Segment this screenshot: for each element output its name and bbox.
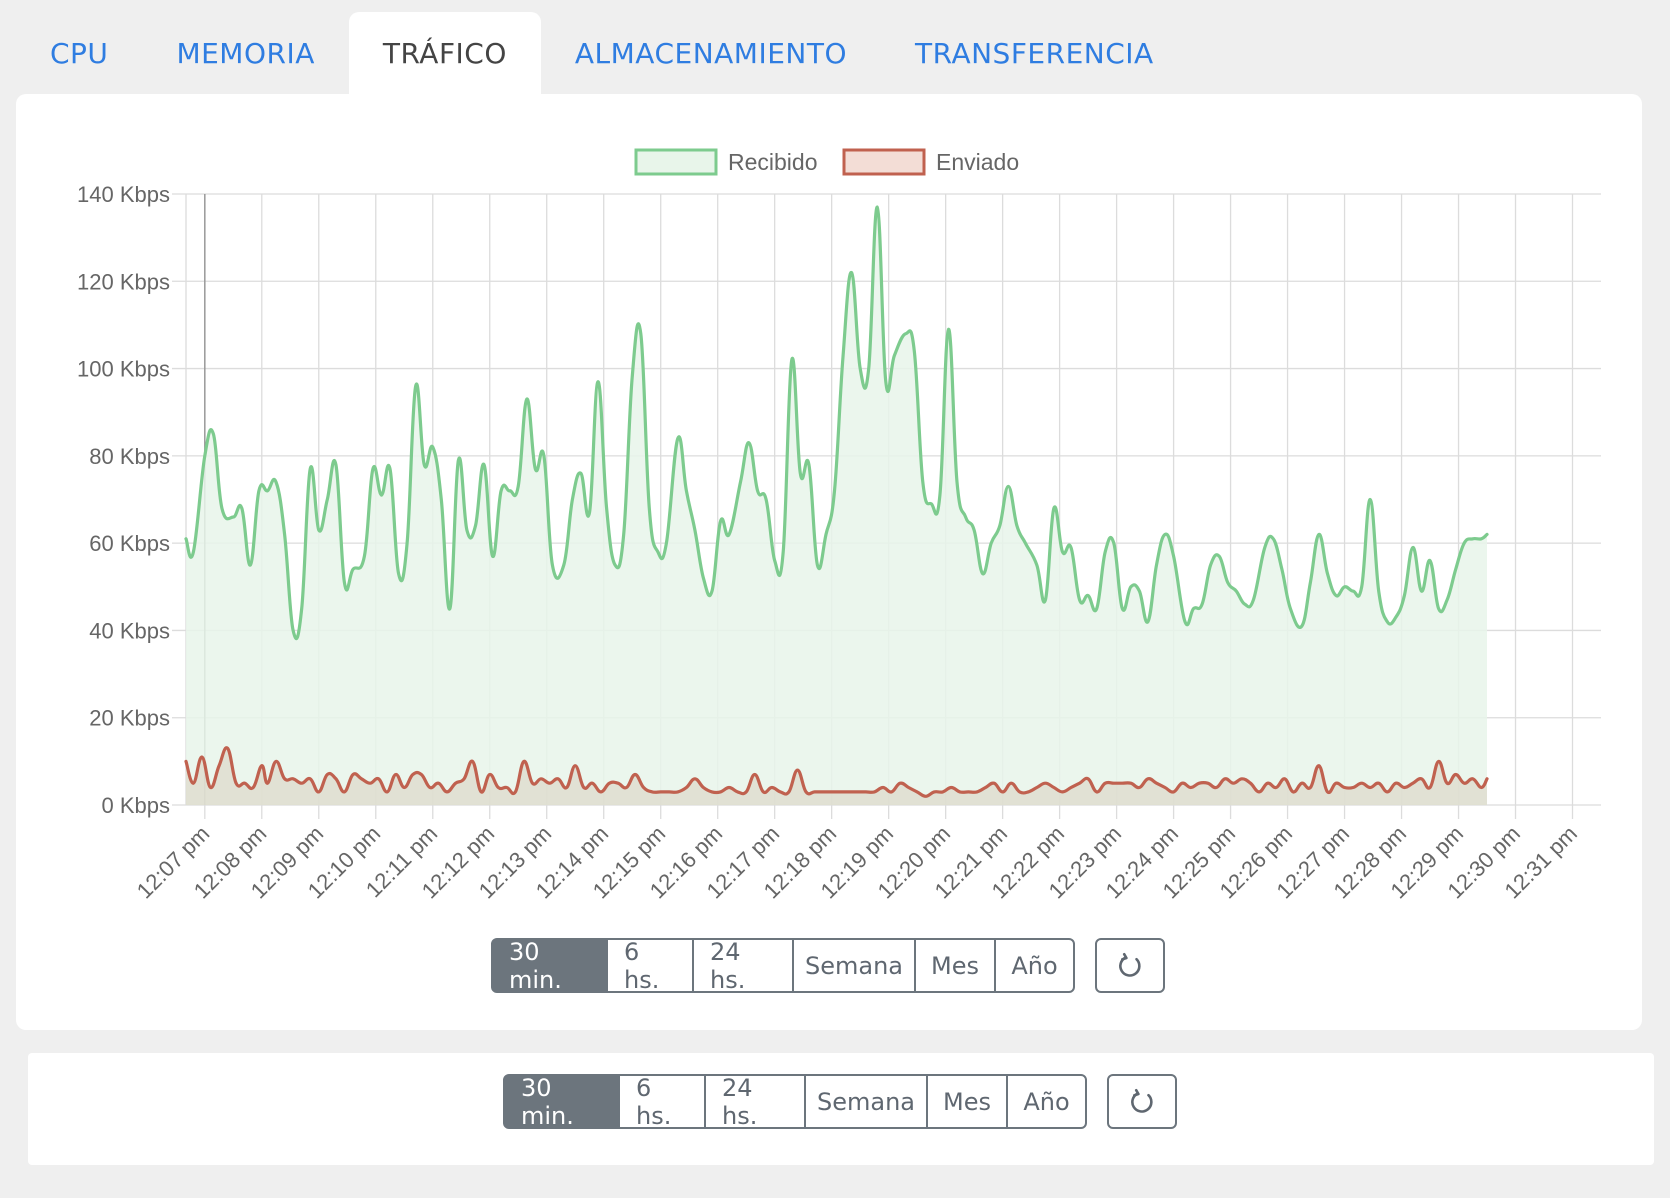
y-tick-label: 100 Kbps [77, 357, 170, 382]
range-button-24h[interactable]: 24 hs. [704, 1074, 806, 1130]
range-button-30min[interactable]: 30 min. [503, 1074, 620, 1130]
range-button-semana[interactable]: Semana [804, 1074, 928, 1129]
range-button-6h[interactable]: 6 hs. [606, 938, 694, 994]
x-axis: 12:07 pm12:08 pm12:09 pm12:10 pm12:11 pm… [132, 821, 1582, 904]
secondary-controls-card: 30 min. 6 hs. 24 hs. Semana Mes Año [28, 1053, 1654, 1165]
tab-trafico[interactable]: TRÁFICO [348, 12, 541, 94]
y-tick-label: 60 Kbps [89, 531, 170, 556]
legend-label-enviado[interactable]: Enviado [936, 149, 1019, 175]
legend[interactable]: Recibido Enviado [634, 148, 1019, 176]
tab-almacenamiento[interactable]: ALMACENAMIENTO [541, 12, 881, 94]
tab-bar: CPU MEMORIA TRÁFICO ALMACENAMIENTO TRANS… [16, 12, 1188, 94]
range-button-ano[interactable]: Año [1006, 1074, 1087, 1129]
range-button-6h[interactable]: 6 hs. [618, 1074, 706, 1130]
refresh-button-secondary[interactable] [1107, 1074, 1177, 1129]
tab-cpu[interactable]: CPU [16, 12, 142, 94]
legend-swatch-recibido[interactable] [634, 148, 718, 176]
y-axis: 0 Kbps 20 Kbps 40 Kbps 60 Kbps 80 Kbps 100 Kb… [77, 182, 170, 818]
traffic-chart: Recibido Enviado 0 Kbps 20 Kbps 40 Kbps 60 … [77, 148, 1601, 904]
chart-series [184, 205, 1489, 805]
range-button-30min[interactable]: 30 min. [491, 938, 608, 994]
range-button-mes[interactable]: Mes [914, 938, 996, 993]
y-tick-label: 80 Kbps [89, 444, 170, 469]
y-tick-label: 40 Kbps [89, 618, 170, 643]
y-tick-label: 20 Kbps [89, 706, 170, 731]
y-tick-label: 140 Kbps [77, 182, 170, 207]
time-range-group-secondary: 30 min. 6 hs. 24 hs. Semana Mes Año [503, 1074, 1087, 1130]
range-button-24h[interactable]: 24 hs. [692, 938, 794, 994]
refresh-icon [1131, 1088, 1153, 1113]
tab-transferencia[interactable]: TRANSFERENCIA [881, 12, 1188, 94]
y-tick-label: 0 Kbps [102, 793, 171, 818]
legend-swatch-enviado[interactable] [842, 148, 926, 176]
range-button-semana[interactable]: Semana [792, 938, 916, 993]
refresh-icon [1119, 952, 1141, 977]
y-tick-label: 120 Kbps [77, 269, 170, 294]
traffic-chart-card: Recibido Enviado 0 Kbps 20 Kbps 40 Kbps 60 … [16, 94, 1642, 1030]
legend-label-recibido[interactable]: Recibido [728, 149, 818, 175]
time-range-group: 30 min. 6 hs. 24 hs. Semana Mes Año [491, 938, 1075, 994]
series-area-recibido [186, 207, 1487, 805]
refresh-button[interactable] [1095, 938, 1165, 993]
tab-memoria[interactable]: MEMORIA [142, 12, 348, 94]
range-button-mes[interactable]: Mes [926, 1074, 1008, 1129]
range-button-ano[interactable]: Año [994, 938, 1075, 993]
